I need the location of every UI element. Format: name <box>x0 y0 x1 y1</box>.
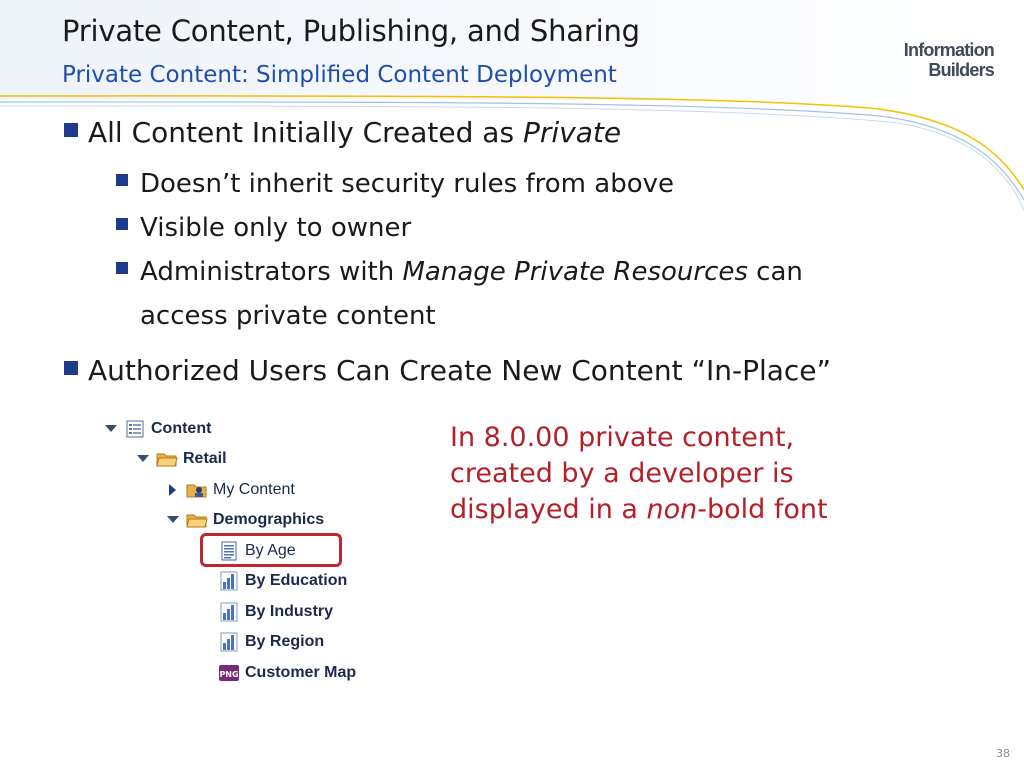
callout-text: In 8.0.00 private content, created by a … <box>450 420 930 528</box>
callout-line-3: displayed in a <box>450 494 647 525</box>
logo-line-2: Builders <box>928 60 994 80</box>
square-bullet-icon <box>116 174 128 186</box>
square-bullet-icon <box>116 262 128 274</box>
tree-node-by-education[interactable]: By Education <box>218 570 347 592</box>
callout-italic: non <box>646 494 698 525</box>
bullet-level1: All Content Initially Created as Private <box>62 112 962 154</box>
square-bullet-icon <box>64 123 78 137</box>
square-bullet-icon <box>116 218 128 230</box>
bullet-level2: Administrators with Manage Private Resou… <box>116 250 962 338</box>
tree-node-retail[interactable]: Retail <box>134 448 227 470</box>
expanded-arrow-icon[interactable] <box>164 511 182 529</box>
logo-line-1: Information <box>903 40 995 60</box>
page-number: 38 <box>996 747 1010 760</box>
bullet-text-line2: access private content <box>140 301 436 331</box>
bullet-level1: Authorized Users Can Create New Content … <box>62 350 962 392</box>
collapsed-arrow-icon[interactable] <box>164 481 182 499</box>
tree-label: Demographics <box>213 511 325 528</box>
tree-label: Retail <box>183 450 227 467</box>
tree-node-demographics[interactable]: Demographics <box>164 509 324 531</box>
svg-text:PNG: PNG <box>219 670 238 679</box>
bar-chart-icon <box>218 571 240 591</box>
user-folder-icon <box>186 480 208 500</box>
bullet-text: Authorized Users Can Create New Content … <box>88 354 832 387</box>
tree-label: By Industry <box>245 603 334 620</box>
callout-line-1: In 8.0.00 private content, <box>450 422 795 453</box>
tree-node-by-region[interactable]: By Region <box>218 631 324 653</box>
tree-label: Customer Map <box>245 664 357 681</box>
bullet-text: Doesn’t inherit security rules from abov… <box>140 169 674 199</box>
bullet-text-tail: can <box>747 257 803 287</box>
tree-node-content[interactable]: Content <box>102 418 211 440</box>
highlight-box <box>200 533 342 567</box>
bullet-level2: Visible only to owner <box>116 206 962 250</box>
tree-node-my-content[interactable]: My Content <box>164 479 295 501</box>
content-list-icon <box>124 419 146 439</box>
slide-subtitle: Private Content: Simplified Content Depl… <box>62 62 617 88</box>
tree-node-by-industry[interactable]: By Industry <box>218 601 333 623</box>
bar-chart-icon <box>218 602 240 622</box>
expanded-arrow-icon[interactable] <box>134 450 152 468</box>
slide-title: Private Content, Publishing, and Sharing <box>62 14 640 48</box>
bullet-text: Administrators with <box>140 257 403 287</box>
bar-chart-icon <box>218 632 240 652</box>
folder-open-icon <box>156 449 178 469</box>
callout-line-2: created by a developer is <box>450 458 794 489</box>
tree-label: Content <box>151 420 212 437</box>
tree-label: By Region <box>245 633 325 650</box>
bullet-text: Visible only to owner <box>140 213 412 243</box>
png-file-icon: PNG <box>218 663 240 683</box>
information-builders-logo: Information Builders <box>903 40 995 80</box>
bullet-text: All Content Initially Created as <box>88 116 523 149</box>
bullet-italic: Manage Private Resources <box>402 257 748 287</box>
tree-node-customer-map[interactable]: PNG Customer Map <box>218 662 356 684</box>
slide: Private Content, Publishing, and Sharing… <box>0 0 1024 768</box>
folder-open-icon <box>186 510 208 530</box>
bullet-level2: Doesn’t inherit security rules from abov… <box>116 162 962 206</box>
callout-line-3-tail: -bold font <box>697 494 828 525</box>
tree-label: My Content <box>213 481 295 498</box>
expanded-arrow-icon[interactable] <box>102 420 120 438</box>
bullet-list: All Content Initially Created as Private… <box>62 112 962 400</box>
bullet-italic: Private <box>522 116 622 149</box>
square-bullet-icon <box>64 361 78 375</box>
tree-label: By Education <box>245 572 348 589</box>
